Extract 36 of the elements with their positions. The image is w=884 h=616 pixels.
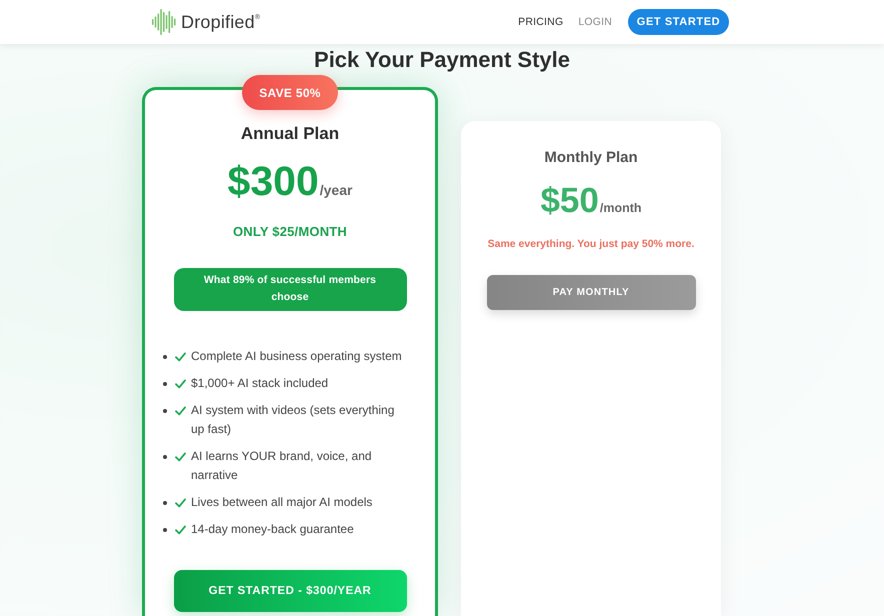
check-icon xyxy=(175,379,186,389)
feature-text: Complete AI business operating system xyxy=(191,348,403,365)
comparison-note: Same everything. You just pay 50% more. xyxy=(488,237,694,251)
plan-name: Annual Plan xyxy=(240,123,340,145)
monthly-equivalent: ONLY $25/MONTH xyxy=(232,223,348,241)
highlight-banner: What 89% of successful members choose xyxy=(174,268,406,311)
plan-name: Monthly Plan xyxy=(544,148,638,168)
feature-text: AI system with videos (sets everything up fast) xyxy=(191,402,396,438)
price-amount: $300 xyxy=(228,159,319,203)
bullet-icon xyxy=(163,382,167,386)
plan-button[interactable]: GET STARTED - $300/YEAR xyxy=(174,570,406,612)
page-title: Pick Your Payment Style xyxy=(313,46,571,74)
feature-text: Lives between all major AI models xyxy=(191,494,374,511)
check-icon xyxy=(175,352,186,362)
check-icon xyxy=(175,525,186,535)
bullet-icon xyxy=(163,501,167,505)
plan-button[interactable]: PAY MONTHLY xyxy=(486,275,696,310)
bullet-icon xyxy=(163,409,167,413)
check-icon xyxy=(175,498,186,508)
price-period: /month xyxy=(600,200,642,217)
feature-text: 14-day money-back guarantee xyxy=(191,521,355,538)
price-period: /year xyxy=(320,181,352,200)
logo-text: Dropified$^{®}$ xyxy=(181,12,260,32)
feature-text: $1,000+ AI stack included xyxy=(191,375,330,392)
feature-text: AI learns YOUR brand, voice, and narrative xyxy=(191,448,373,484)
check-icon xyxy=(175,452,186,462)
bullet-icon xyxy=(163,528,167,532)
bullet-icon xyxy=(163,455,167,459)
check-icon xyxy=(175,406,186,416)
get-started-button[interactable]: GET STARTED xyxy=(628,9,729,35)
bullet-icon xyxy=(163,355,167,359)
save-badge: SAVE 50% xyxy=(242,75,338,110)
logo-icon xyxy=(152,9,176,35)
nav-link[interactable]: PRICING xyxy=(518,16,564,28)
nav-link[interactable]: LOGIN xyxy=(578,16,612,28)
price-amount: $50 xyxy=(540,182,599,220)
